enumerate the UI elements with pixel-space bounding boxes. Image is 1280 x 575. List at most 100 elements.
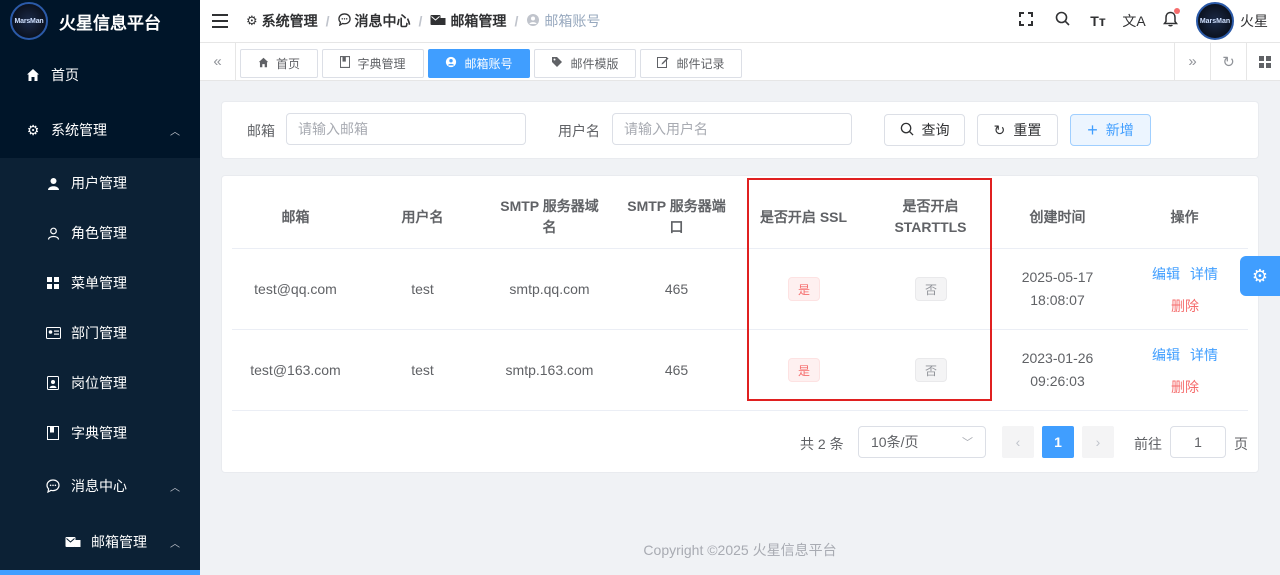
sidebar-item-menus[interactable]: 菜单管理 xyxy=(0,268,200,298)
pagination-total: 共 2 条 xyxy=(800,436,844,452)
breadcrumb-item[interactable]: ⚙ 系统管理 xyxy=(246,11,318,31)
created-time: 18:08:07 xyxy=(1030,292,1085,308)
brand: MarsMan 火星信息平台 xyxy=(0,0,200,42)
cell-created: 2023-01-26 09:26:03 xyxy=(994,347,1121,393)
home-icon xyxy=(258,57,269,71)
delete-link[interactable]: 删除 xyxy=(1171,296,1199,316)
email-input[interactable] xyxy=(286,113,526,145)
gear-icon: ⚙ xyxy=(26,121,40,138)
fullscreen-icon[interactable] xyxy=(1008,11,1044,31)
edit-link[interactable]: 编辑 xyxy=(1152,345,1180,365)
table-divider xyxy=(232,410,1248,411)
cell-port: 465 xyxy=(664,362,689,378)
created-time: 09:26:03 xyxy=(1030,373,1085,389)
plus-icon: + xyxy=(1087,119,1098,140)
cell-host: smtp.163.com xyxy=(505,362,594,378)
next-page-button[interactable]: › xyxy=(1082,426,1114,458)
account-icon xyxy=(526,13,540,30)
tabs-scroll-right-icon[interactable]: » xyxy=(1174,43,1210,80)
tab-dictionary[interactable]: 字典管理 xyxy=(322,49,424,78)
sidebar-item-message-center[interactable]: 消息中心 ︿ xyxy=(0,471,200,501)
bell-icon[interactable] xyxy=(1152,7,1188,32)
sidebar-item-users[interactable]: 用户管理 xyxy=(0,168,200,198)
notification-dot xyxy=(1174,7,1180,14)
delete-link[interactable]: 删除 xyxy=(1171,377,1199,397)
column-header-username: 用户名 xyxy=(401,209,444,225)
sidebar-item-dictionary[interactable]: 字典管理 xyxy=(0,418,200,448)
add-button[interactable]: + 新增 xyxy=(1070,114,1151,146)
add-button-label: 新增 xyxy=(1105,122,1134,138)
page-size-select[interactable]: 10条/页 ﹀ xyxy=(858,426,986,458)
created-date: 2023-01-26 xyxy=(1021,350,1094,366)
page-suffix: 页 xyxy=(1234,436,1248,452)
header-line: 名 xyxy=(542,219,557,235)
tab-mail-account[interactable]: 邮箱账号 xyxy=(428,49,530,78)
header-line: SMTP 服务器端 xyxy=(627,198,726,214)
username-input[interactable] xyxy=(612,113,852,145)
chevron-up-icon: ︿ xyxy=(170,538,180,550)
prev-page-button[interactable]: ‹ xyxy=(1002,426,1034,458)
book-icon xyxy=(45,426,61,440)
settings-gear-icon[interactable]: ⚙ xyxy=(1240,256,1280,296)
column-header-smtp-host: SMTP 服务器域 名 xyxy=(486,196,613,238)
tab-mail-template[interactable]: 邮件模版 xyxy=(534,49,636,78)
sidebar-item-label: 邮箱管理 xyxy=(91,534,147,550)
tabs-menu-icon[interactable] xyxy=(1246,43,1280,80)
user-name[interactable]: 火星 xyxy=(1240,11,1268,31)
reset-button-label: 重置 xyxy=(1013,122,1042,138)
table-divider xyxy=(232,329,1248,330)
chat-icon xyxy=(45,479,61,493)
header-tools: Tт 文A MarsMan 火星 xyxy=(1008,0,1280,42)
edit-link[interactable]: 编辑 xyxy=(1152,264,1180,284)
refresh-icon: ↻ xyxy=(993,121,1006,138)
tab-home[interactable]: 首页 xyxy=(240,49,318,78)
tabs-scroll-left-icon[interactable]: « xyxy=(200,43,236,80)
sidebar-item-posts[interactable]: 岗位管理 xyxy=(0,368,200,398)
id-card-icon xyxy=(45,327,61,339)
user-icon xyxy=(45,177,61,190)
sidebar-item-label: 系统管理 xyxy=(51,122,107,138)
sidebar-item-departments[interactable]: 部门管理 xyxy=(0,318,200,348)
goto-label: 前往 xyxy=(1134,436,1162,452)
search-icon xyxy=(900,122,914,139)
detail-link[interactable]: 详情 xyxy=(1190,345,1218,365)
tab-label: 邮件记录 xyxy=(676,57,725,71)
query-button[interactable]: 查询 xyxy=(884,114,965,146)
sidebar-item-home[interactable]: 首页 xyxy=(0,60,200,90)
tab-label: 邮箱账号 xyxy=(464,57,513,71)
tab-label: 邮件模版 xyxy=(570,57,619,71)
tab-mail-log[interactable]: 邮件记录 xyxy=(640,49,742,78)
sidebar-item-roles[interactable]: 角色管理 xyxy=(0,218,200,248)
page-size-value: 10条/页 xyxy=(871,434,919,450)
goto-page-input[interactable] xyxy=(1170,426,1226,458)
cell-host: smtp.qq.com xyxy=(509,281,590,297)
sidebar-item-label: 首页 xyxy=(51,67,79,83)
gear-icon: ⚙ xyxy=(246,13,258,28)
sidebar-item-label: 角色管理 xyxy=(71,225,127,241)
sidebar-item-system[interactable]: ⚙ 系统管理 ︿ xyxy=(0,115,200,145)
sidebar-item-mailbox[interactable]: 邮箱管理 ︿ xyxy=(0,527,200,557)
breadcrumb-item[interactable]: 消息中心 xyxy=(337,11,411,31)
highlight-box xyxy=(747,178,992,401)
column-header-actions: 操作 xyxy=(1170,209,1199,225)
sidebar-item-label: 消息中心 xyxy=(71,478,127,494)
logo: MarsMan xyxy=(10,2,48,40)
breadcrumb-label: 邮箱管理 xyxy=(450,13,507,29)
tabs-bar: « 首页 字典管理 邮箱账号 邮件模版 邮件记录 » ↻ xyxy=(200,42,1280,81)
hamburger-icon[interactable] xyxy=(212,14,228,28)
search-icon[interactable] xyxy=(1044,11,1080,31)
refresh-icon[interactable]: ↻ xyxy=(1210,43,1246,80)
mailbox-icon xyxy=(65,536,81,548)
breadcrumb-item[interactable]: 邮箱管理 xyxy=(430,11,506,31)
column-header-email: 邮箱 xyxy=(281,209,310,225)
breadcrumb-label: 邮箱账号 xyxy=(544,13,601,29)
query-button-label: 查询 xyxy=(921,122,950,138)
reset-button[interactable]: ↻ 重置 xyxy=(977,114,1058,146)
detail-link[interactable]: 详情 xyxy=(1190,264,1218,284)
breadcrumb: ⚙ 系统管理 / 消息中心 / 邮箱管理 / 邮箱账号 xyxy=(246,11,600,31)
avatar[interactable]: MarsMan xyxy=(1196,2,1234,40)
page-number-current[interactable]: 1 xyxy=(1042,426,1074,458)
translate-icon[interactable]: 文A xyxy=(1116,11,1152,31)
font-size-icon[interactable]: Tт xyxy=(1080,13,1116,29)
home-icon xyxy=(25,68,41,82)
